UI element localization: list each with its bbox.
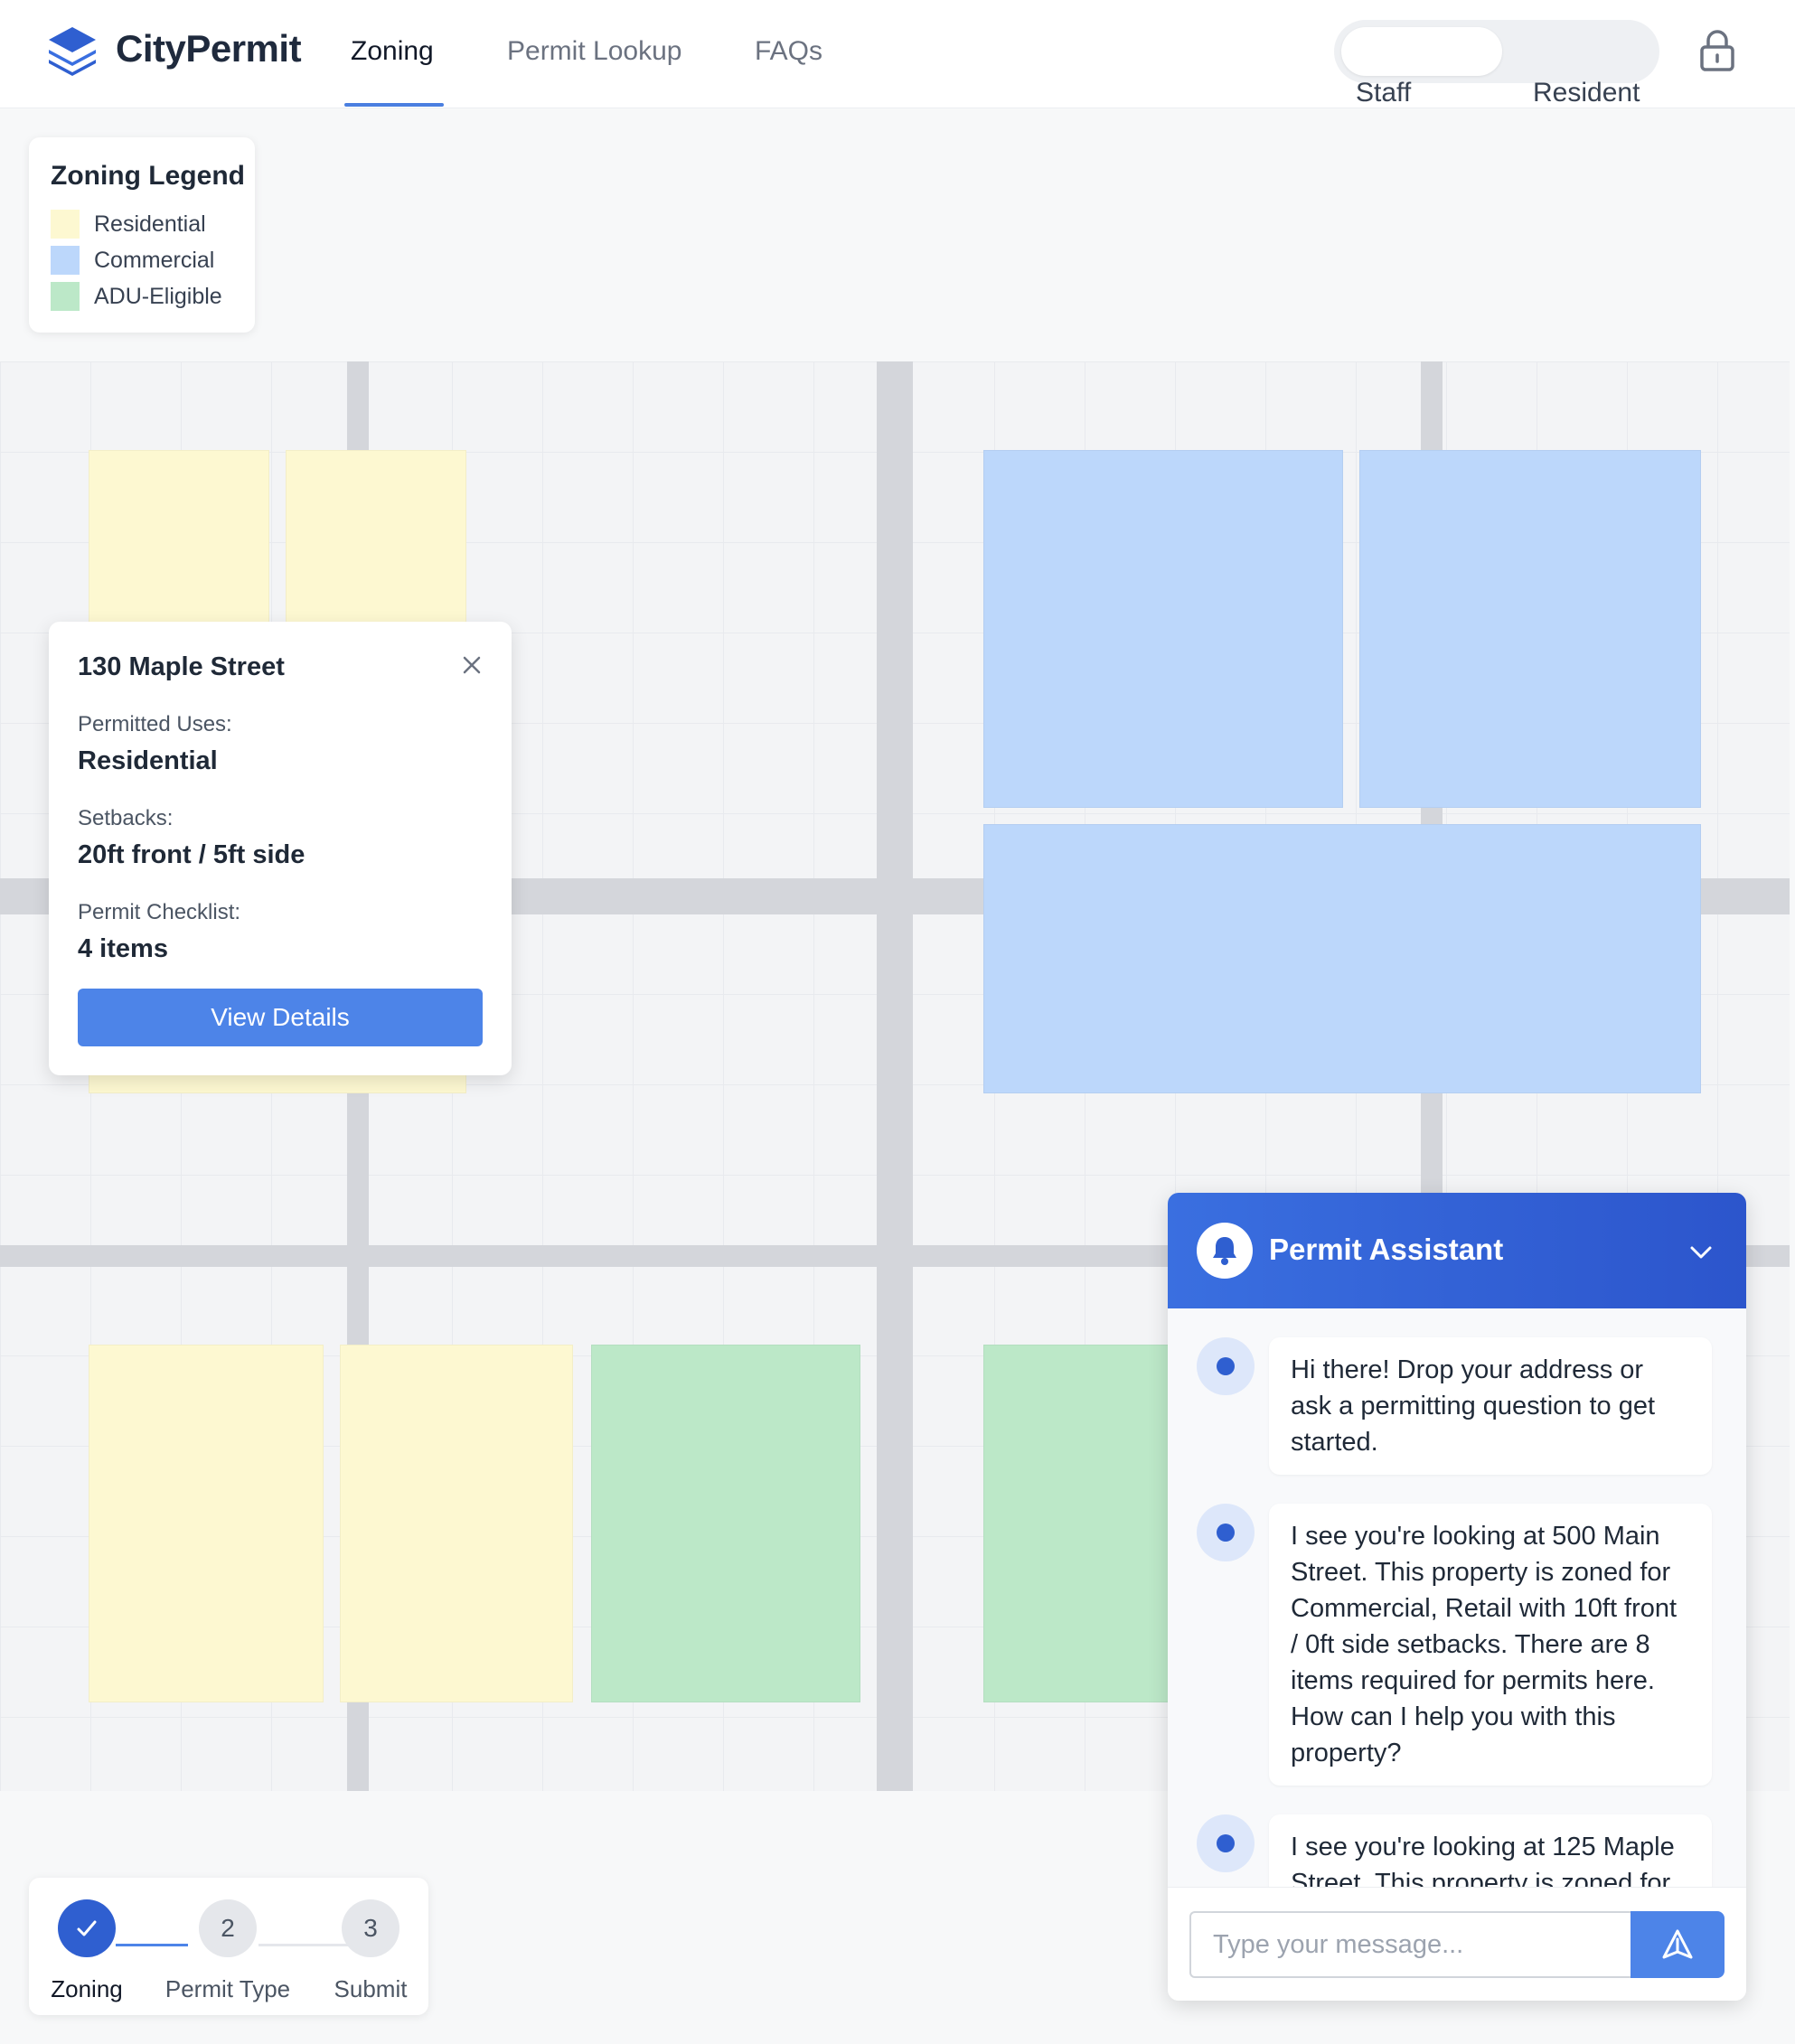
check-icon (77, 1920, 97, 1936)
permit-checklist-label: Permit Checklist: (78, 900, 241, 924)
parcel-commercial[interactable] (1359, 450, 1701, 808)
parcel-residential[interactable] (89, 1345, 324, 1702)
chevron-down-icon[interactable] (1685, 1236, 1717, 1269)
assistant-avatar (1197, 1337, 1255, 1395)
brand-name[interactable]: CityPermit (116, 27, 302, 70)
permit-checklist-value: 4 items (78, 934, 168, 963)
parcel-residential[interactable] (340, 1345, 573, 1702)
step-connector (116, 1944, 188, 1946)
legend-swatch (51, 246, 80, 275)
permit-progress-stepper: 2 3 Zoning Permit Type Submit (29, 1878, 428, 2015)
send-button[interactable] (1631, 1911, 1725, 1978)
zoning-legend: Zoning Legend Residential Commercial ADU… (29, 137, 255, 333)
close-icon[interactable] (456, 649, 488, 681)
tab-permit-lookup[interactable]: Permit Lookup (507, 36, 681, 67)
assistant-avatar (1197, 1504, 1255, 1561)
top-header: CityPermit Zoning Permit Lookup FAQs Sta… (0, 0, 1795, 108)
parcel-adu-eligible[interactable] (591, 1345, 860, 1702)
chat-footer (1168, 1887, 1746, 2001)
legend-label: Commercial (94, 248, 215, 273)
popup-address: 130 Maple Street (78, 652, 285, 681)
lock-icon[interactable] (1697, 29, 1737, 72)
chat-message: I see you're looking at 125 Maple Street… (1269, 1814, 1712, 1887)
permit-assistant-chat: Permit Assistant Hi there! Drop your add… (1168, 1193, 1746, 2001)
parcel-commercial[interactable] (983, 450, 1343, 808)
step-3[interactable]: 3 (342, 1899, 399, 1957)
step-label-submit: Submit (334, 1975, 408, 2002)
step-connector (258, 1944, 354, 1946)
permitted-uses-value: Residential (78, 746, 218, 775)
step-1-complete[interactable] (58, 1899, 116, 1957)
step-label-zoning: Zoning (51, 1975, 123, 2002)
setbacks-value: 20ft front / 5ft side (78, 840, 305, 869)
legend-swatch (51, 210, 80, 239)
active-tab-indicator (344, 103, 444, 107)
setbacks-label: Setbacks: (78, 806, 174, 830)
chat-header[interactable]: Permit Assistant (1168, 1193, 1746, 1308)
role-option-resident[interactable]: Resident (1533, 78, 1640, 108)
assistant-avatar (1197, 1814, 1255, 1872)
chat-message-input[interactable] (1189, 1911, 1632, 1978)
property-popup: 130 Maple Street Permitted Uses: Residen… (49, 622, 512, 1075)
view-details-button[interactable]: View Details (78, 989, 483, 1046)
chat-message: Hi there! Drop your address or ask a per… (1269, 1337, 1712, 1475)
role-option-staff[interactable]: Staff (1356, 78, 1411, 108)
send-icon (1662, 1929, 1693, 1959)
chat-avatar (1197, 1223, 1253, 1279)
chat-title: Permit Assistant (1269, 1233, 1504, 1266)
step-2[interactable]: 2 (199, 1899, 257, 1957)
role-toggle[interactable] (1334, 20, 1659, 83)
chat-messages[interactable]: Hi there! Drop your address or ask a per… (1168, 1308, 1746, 1887)
tab-faqs[interactable]: FAQs (755, 36, 822, 67)
road-vertical-main (877, 361, 913, 1791)
legend-swatch (51, 282, 80, 311)
legend-title: Zoning Legend (51, 161, 245, 191)
step-label-permit-type: Permit Type (164, 1975, 291, 2002)
parcel-commercial[interactable] (983, 824, 1701, 1093)
chat-message: I see you're looking at 500 Main Street.… (1269, 1504, 1712, 1786)
bell-icon (1213, 1237, 1236, 1265)
permitted-uses-label: Permitted Uses: (78, 712, 232, 736)
role-toggle-knob[interactable] (1341, 27, 1502, 76)
tab-zoning[interactable]: Zoning (351, 36, 434, 67)
legend-label: Residential (94, 211, 206, 237)
layers-icon[interactable] (47, 25, 98, 76)
legend-label: ADU-Eligible (94, 284, 222, 309)
